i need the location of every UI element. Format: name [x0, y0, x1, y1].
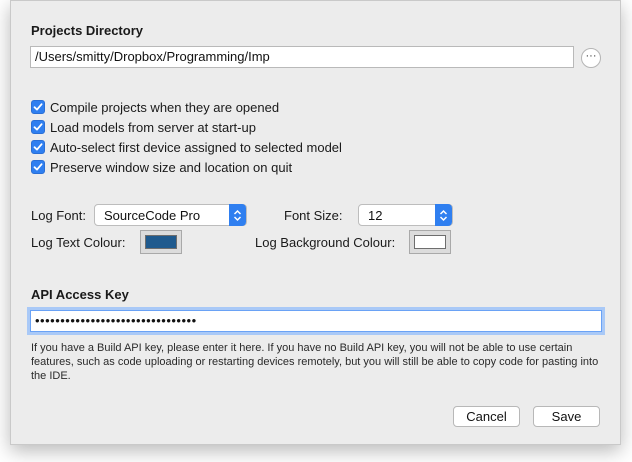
preferences-dialog: Projects Directory /Users/smitty/Dropbox… [10, 0, 621, 445]
option-label: Compile projects when they are opened [50, 99, 280, 115]
checkbox-checked-icon[interactable] [31, 100, 45, 114]
log-text-colour-label: Log Text Colour: [31, 235, 126, 250]
browse-directory-button[interactable]: ··· [581, 48, 601, 68]
checkbox-checked-icon[interactable] [31, 160, 45, 174]
log-font-value: SourceCode Pro [104, 207, 201, 223]
option-auto-select-device[interactable]: Auto-select first device assigned to sel… [31, 138, 342, 156]
log-font-popup[interactable]: SourceCode Pro [94, 204, 247, 226]
font-size-label: Font Size: [284, 208, 343, 223]
log-background-colour-swatch [414, 235, 446, 249]
font-size-popup[interactable]: 12 [358, 204, 453, 226]
more-icon: ··· [585, 50, 597, 62]
option-compile-on-open[interactable]: Compile projects when they are opened [31, 98, 342, 116]
api-key-input[interactable]: •••••••••••••••••••••••••••••••• [30, 310, 602, 332]
log-text-colour-swatch [145, 235, 177, 249]
projects-directory-path-field[interactable]: /Users/smitty/Dropbox/Programming/Imp [30, 46, 574, 68]
option-label: Auto-select first device assigned to sel… [50, 139, 342, 155]
options-list: Compile projects when they are opened Lo… [31, 98, 342, 176]
log-text-colour-well[interactable] [140, 230, 182, 254]
log-font-label: Log Font: [31, 208, 86, 223]
save-button[interactable]: Save [533, 406, 600, 427]
api-access-key-title: API Access Key [31, 287, 129, 302]
option-load-models[interactable]: Load models from server at start-up [31, 118, 342, 136]
option-preserve-window[interactable]: Preserve window size and location on qui… [31, 158, 342, 176]
option-label: Load models from server at start-up [50, 119, 256, 135]
option-label: Preserve window size and location on qui… [50, 159, 293, 175]
cancel-button[interactable]: Cancel [453, 406, 520, 427]
log-background-colour-label: Log Background Colour: [255, 235, 396, 250]
font-size-value: 12 [368, 207, 383, 223]
popup-arrows-icon [435, 204, 452, 226]
log-background-colour-well[interactable] [409, 230, 451, 254]
checkbox-checked-icon[interactable] [31, 120, 45, 134]
checkbox-checked-icon[interactable] [31, 140, 45, 154]
api-key-help-text: If you have a Build API key, please ente… [31, 342, 599, 382]
projects-directory-title: Projects Directory [31, 23, 143, 38]
popup-arrows-icon [229, 204, 246, 226]
